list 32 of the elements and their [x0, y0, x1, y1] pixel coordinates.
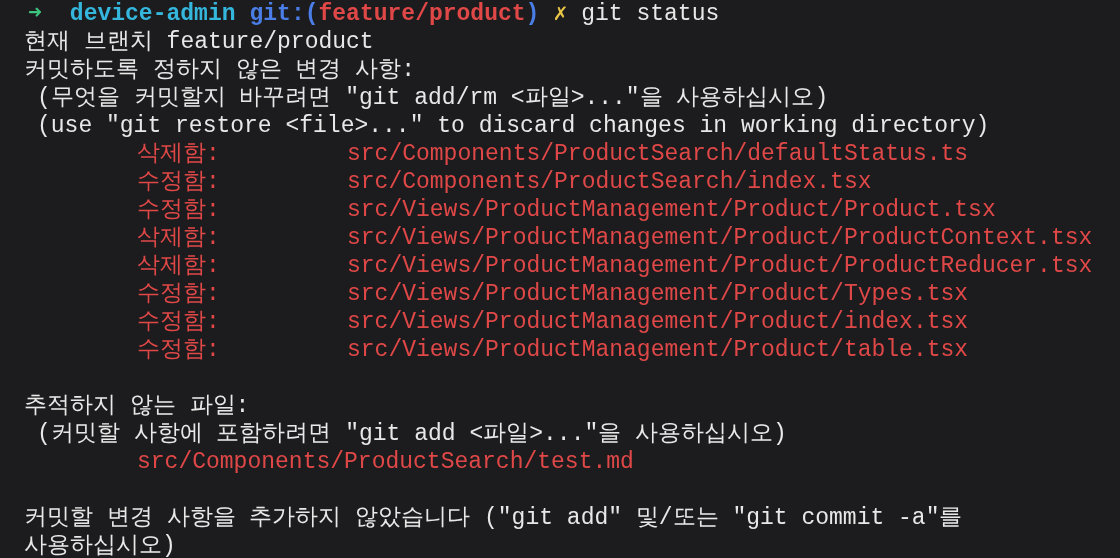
file-path: src/Views/ProductManagement/Product/ProductContext.tsx [347, 224, 1093, 252]
file-path: src/Views/ProductManagement/Product/Product.tsx [347, 196, 996, 224]
prompt-arrow: ➜ [27, 0, 42, 28]
terminal-line: 커밋할 변경 사항을 추가하지 않았습니다 ("git add" 및/또는 "git commit -a"를 [24, 504, 963, 532]
hint-line: (use "git restore <file>..." to discard changes in working directory) [36, 112, 990, 140]
terminal-line: 커밋하도록 정하지 않은 변경 사항: [24, 56, 415, 84]
file-path: src/Views/ProductManagement/Product/table.tsx [347, 336, 969, 364]
terminal-line: 사용하십시오) [24, 532, 176, 558]
file-status: 수정함: [137, 168, 221, 196]
file-status: 수정함: [137, 336, 221, 364]
terminal-line: 현재 브랜치 feature/product [24, 28, 374, 56]
terminal-line: 추적하지 않는 파일: [24, 392, 250, 420]
command-text: git status [581, 0, 720, 28]
branch-name: feature/product [318, 0, 526, 28]
hint-line: (무엇을 커밋할지 바꾸려면 "git add/rm <파일>..."을 사용하십시오) [36, 84, 829, 112]
file-path: src/Views/ProductManagement/Product/Types.tsx [347, 280, 969, 308]
hint-line: (커밋할 사항에 포함하려면 "git add <파일>..."을 사용하십시오) [36, 420, 787, 448]
directory-name: device-admin [69, 0, 236, 28]
file-status: 삭제함: [137, 224, 221, 252]
file-status: 수정함: [137, 196, 221, 224]
file-status: 수정함: [137, 280, 221, 308]
file-status: 삭제함: [137, 140, 221, 168]
file-status: 삭제함: [137, 252, 221, 280]
file-path: src/Components/ProductSearch/defaultStatus.ts [347, 140, 969, 168]
dirty-mark: ✗ [553, 0, 568, 28]
git-label: git:( [249, 0, 319, 28]
file-status: 수정함: [137, 308, 221, 336]
file-path: src/Views/ProductManagement/Product/ProductReducer.tsx [347, 252, 1093, 280]
file-path: src/Components/ProductSearch/index.tsx [347, 168, 872, 196]
file-path: src/Components/ProductSearch/test.md [137, 448, 634, 476]
file-path: src/Views/ProductManagement/Product/index.tsx [347, 308, 969, 336]
git-label: ) [525, 0, 540, 28]
